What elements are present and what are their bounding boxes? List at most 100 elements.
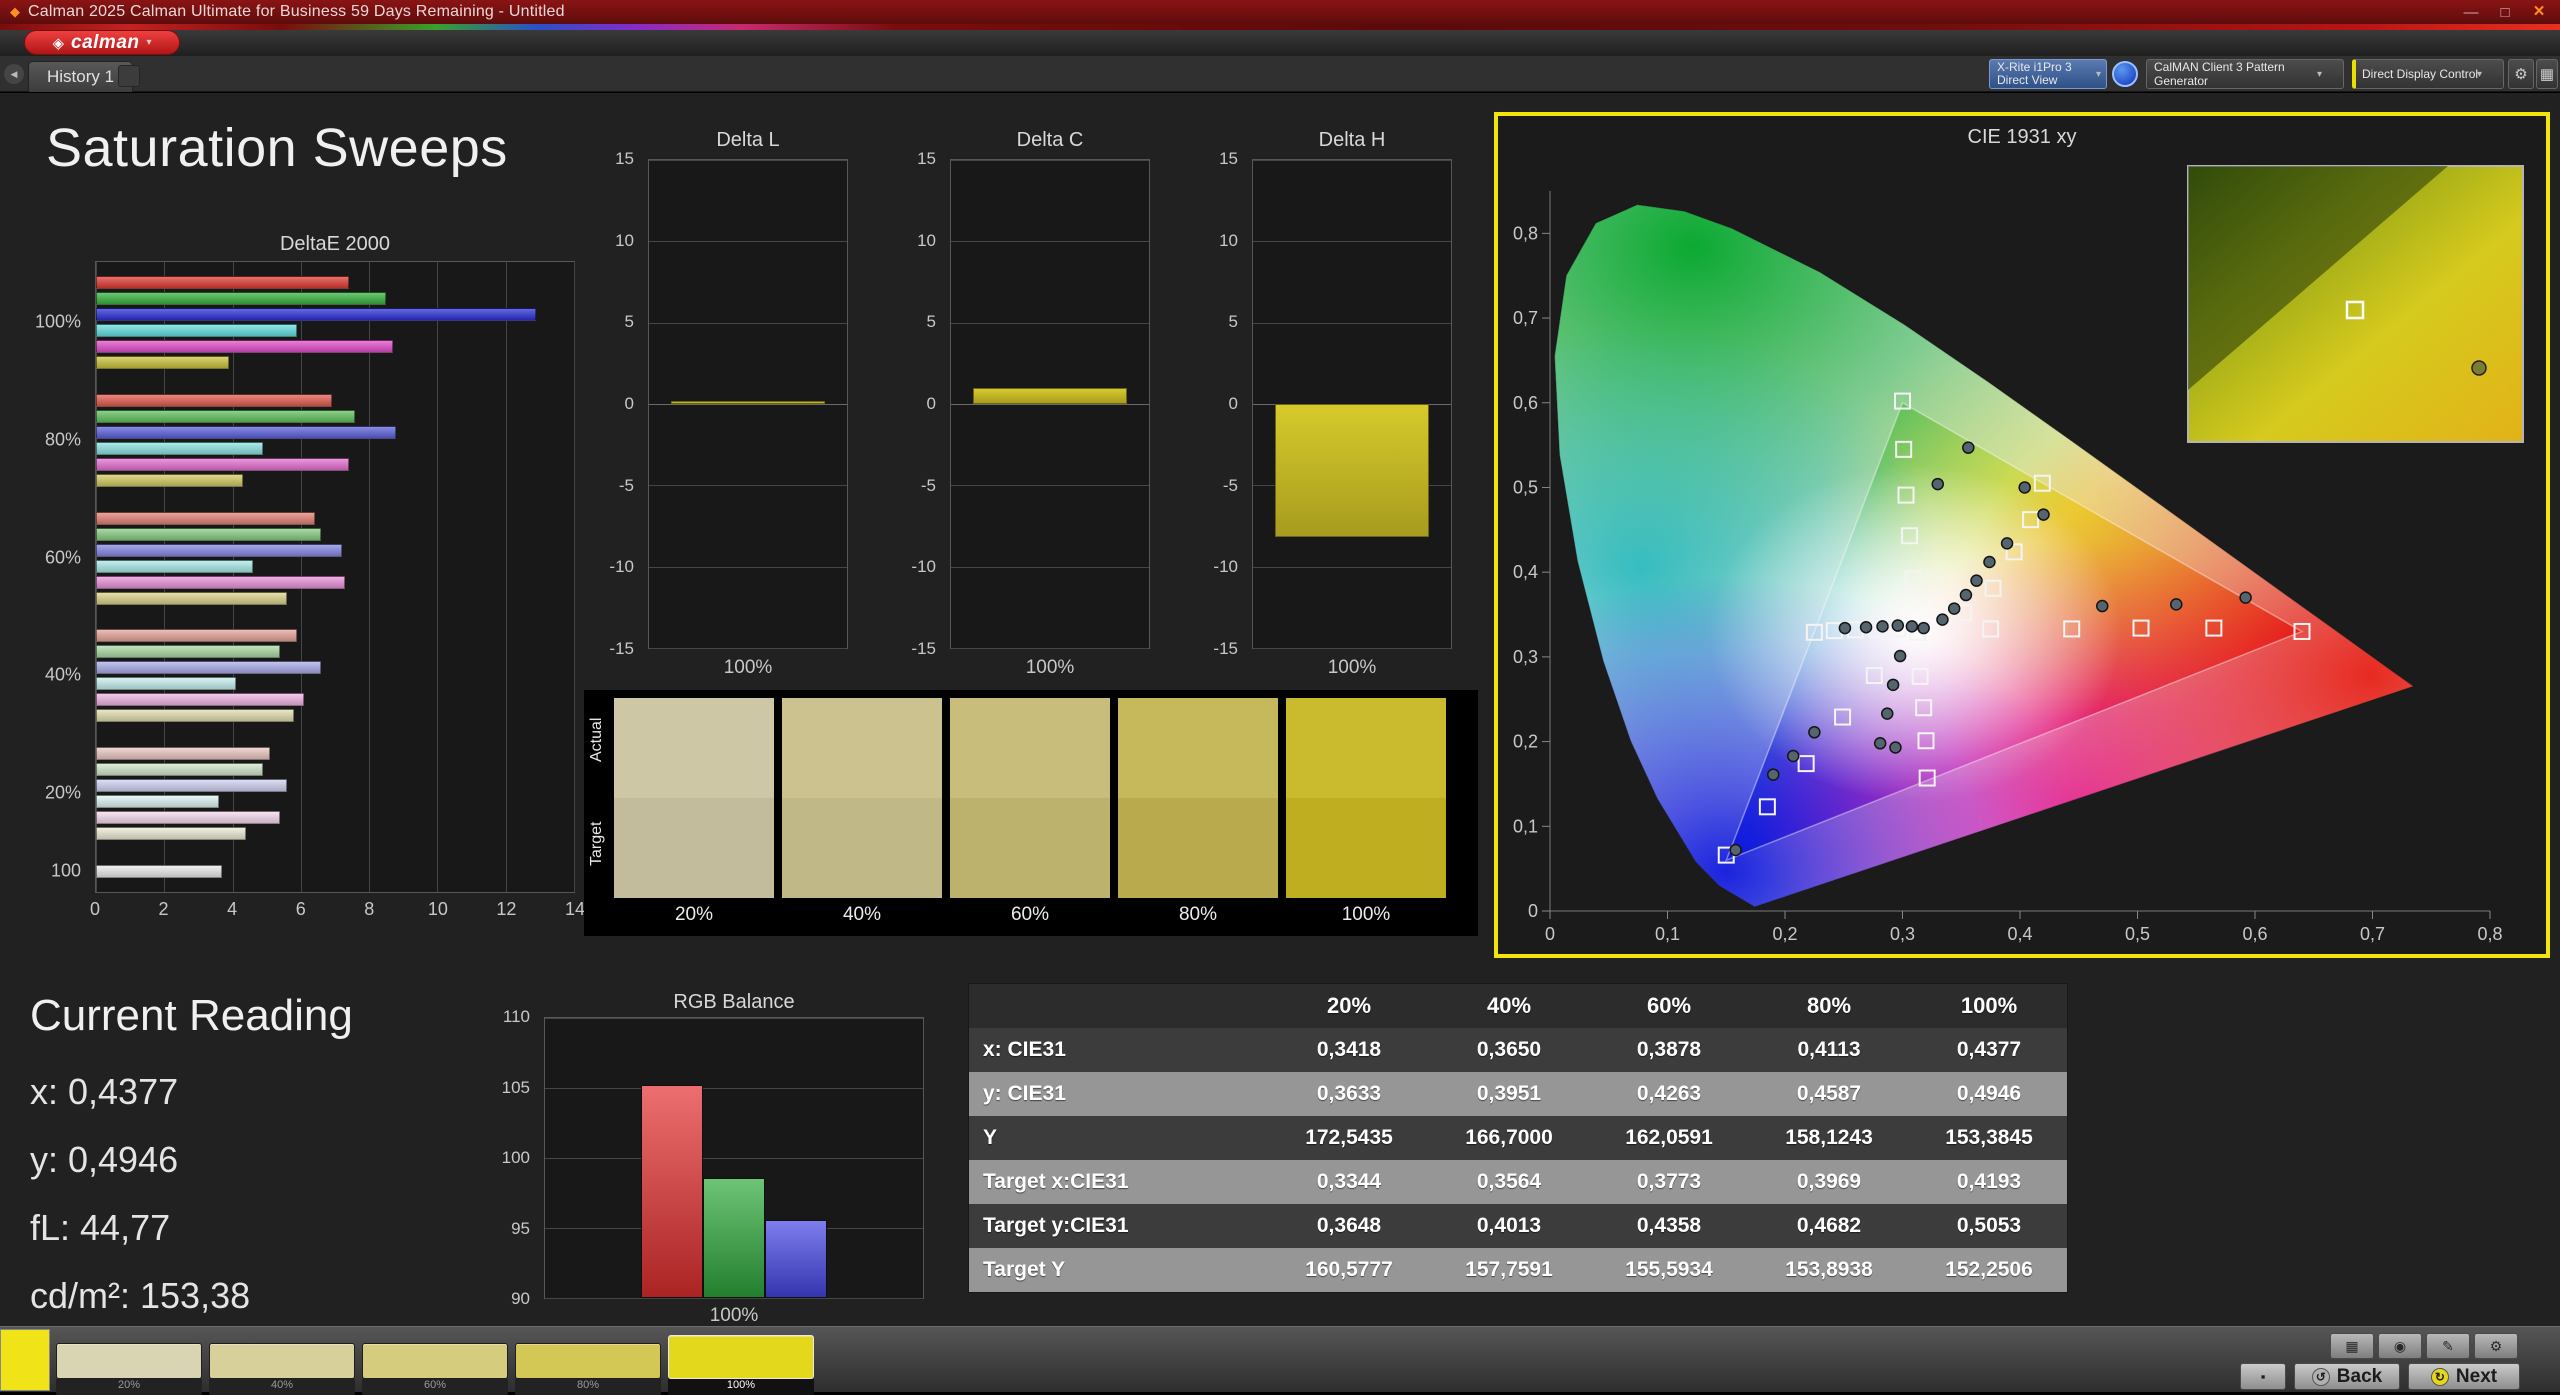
pattern-window-button[interactable]: ▦ [2330, 1333, 2374, 1359]
delta-c-chart: Delta C 151050-5-10-15 100% [898, 129, 1158, 709]
delta-gridline [951, 567, 1149, 568]
tab-scroll-left-button[interactable]: ◀ [4, 64, 24, 84]
delta-h-xlabel: 100% [1252, 657, 1452, 679]
capture-button[interactable]: ◉ [2378, 1333, 2422, 1359]
chevron-down-icon: ▾ [2096, 69, 2101, 80]
swatch-color [668, 1335, 814, 1379]
next-button[interactable]: ↻ Next [2408, 1363, 2520, 1390]
display-control-button[interactable]: Direct Display Control ▾ [2352, 59, 2504, 89]
back-button[interactable]: ↺ Back [2294, 1363, 2400, 1390]
rgb-ylabels: 1101051009590 [492, 1017, 538, 1299]
minimize-button[interactable]: — [2454, 0, 2488, 24]
delta-ytick: -15 [609, 639, 634, 659]
table-cell: 0,3969 [1749, 1170, 1909, 1194]
deltae-plot [95, 261, 575, 893]
table-cell: 172,5435 [1269, 1126, 1429, 1150]
target-row-label: Target [588, 836, 606, 866]
actual-swatch [782, 698, 942, 798]
table-header-cell: 80% [1749, 993, 1909, 1019]
delta-l-plot [648, 159, 848, 649]
back-label: Back [2337, 1366, 2382, 1388]
table-row: Target y:CIE310,36480,40130,43580,46820,… [969, 1204, 2067, 1248]
pencil-icon: ✎ [2442, 1338, 2454, 1355]
table-row: Y172,5435166,7000162,0591158,1243153,384… [969, 1116, 2067, 1160]
delta-ytick: -10 [911, 557, 936, 577]
reading-cdm2: cd/m²: 153,38 [30, 1275, 353, 1317]
reading-x: x: 0,4377 [30, 1071, 353, 1113]
delta-ytick: 15 [615, 149, 634, 169]
deltae-ylabel: 60% [45, 547, 81, 568]
saturation-swatch-button[interactable]: 80% [515, 1343, 661, 1395]
deltae-bar [96, 356, 229, 369]
delta-l-title: Delta L [648, 129, 848, 152]
cie-measured-marker [1937, 614, 1948, 625]
delta-gridline [649, 404, 847, 405]
page-settings-button[interactable]: ⚙ [2474, 1333, 2518, 1359]
cie-measured-marker [1932, 479, 1943, 490]
settings-button[interactable]: ⚙ [2508, 59, 2534, 89]
deltae-bar [96, 592, 287, 605]
cie-measured-marker [1895, 651, 1906, 662]
delta-gridline [649, 323, 847, 324]
meter-device-button[interactable]: X-Rite i1Pro 3 Direct View ▾ [1989, 59, 2107, 89]
cie-measured-marker [2038, 509, 2049, 520]
pattern-generator-button[interactable]: CalMAN Client 3 Pattern Generator ▾ [2146, 59, 2344, 89]
table-cell: 152,2506 [1909, 1258, 2069, 1282]
saturation-swatch-button[interactable]: 60% [362, 1343, 508, 1395]
table-cell: 0,5053 [1909, 1214, 2069, 1238]
deltae-bar [96, 528, 321, 541]
rgb-bars-group [545, 1018, 923, 1298]
deltae-bar [96, 645, 280, 658]
actual-swatch [614, 698, 774, 798]
calman-logo-text: calman [71, 32, 139, 54]
stop-toggle-button[interactable]: ▪ [2240, 1363, 2286, 1390]
swatch-column: 100% [1286, 698, 1446, 932]
delta-gridline [649, 648, 847, 649]
cie-measured-marker [1949, 603, 1960, 614]
delta-l-ylabels: 151050-5-10-15 [596, 159, 642, 649]
delta-ytick: 0 [927, 394, 936, 414]
page-title: Saturation Sweeps [46, 117, 508, 179]
notes-button[interactable]: ✎ [2426, 1333, 2470, 1359]
deltae-bar [96, 426, 396, 439]
next-arrow-icon: ↻ [2431, 1368, 2449, 1386]
rgb-ytick: 95 [511, 1219, 530, 1239]
delta-ytick: -5 [1223, 476, 1238, 496]
table-cell: 0,4946 [1909, 1082, 2069, 1106]
table-cell: 0,3564 [1429, 1170, 1589, 1194]
cie-measured-marker [1768, 769, 1779, 780]
table-header-cell: 100% [1909, 993, 2069, 1019]
cie-chart-title: CIE 1931 xy [1498, 126, 2546, 149]
table-cell: 0,4263 [1589, 1082, 1749, 1106]
cie-measured-marker [1960, 590, 1971, 601]
delta-h-plot [1252, 159, 1452, 649]
maximize-button[interactable]: □ [2488, 0, 2522, 24]
new-tab-button[interactable] [118, 65, 140, 87]
table-cell: 0,3951 [1429, 1082, 1589, 1106]
deltae-bar [96, 865, 222, 878]
workspace-button[interactable]: ▦ [2536, 59, 2558, 89]
cie-1931-panel: CIE 1931 xy [1494, 112, 2550, 958]
table-row: Target Y160,5777157,7591155,5934153,8938… [969, 1248, 2067, 1292]
svg-text:0,2: 0,2 [1772, 924, 1797, 944]
saturation-swatch-button[interactable]: 100% [668, 1335, 814, 1395]
cie-measured-marker [1875, 738, 1886, 749]
next-label: Next [2456, 1366, 2497, 1388]
svg-text:0,1: 0,1 [1513, 816, 1538, 836]
calman-menu-button[interactable]: ◈ calman ▾ [24, 30, 180, 55]
swatch-color [56, 1343, 202, 1379]
deltae-bar [96, 474, 243, 487]
rgb-plot [544, 1017, 924, 1299]
delta-ytick: -15 [911, 639, 936, 659]
delta_l-bar [671, 401, 825, 404]
back-arrow-icon: ↺ [2312, 1368, 2330, 1386]
deltae-bar [96, 324, 297, 337]
saturation-swatch-button[interactable]: 20% [56, 1343, 202, 1395]
saturation-swatch-button[interactable]: 40% [209, 1343, 355, 1395]
close-button[interactable]: × [2522, 0, 2556, 24]
svg-text:0,3: 0,3 [1513, 647, 1538, 667]
table-cell: 0,3650 [1429, 1038, 1589, 1062]
deltae-bar [96, 629, 297, 642]
deltae-bar [96, 763, 263, 776]
delta-l-chart: Delta L 151050-5-10-15 100% [596, 129, 856, 709]
